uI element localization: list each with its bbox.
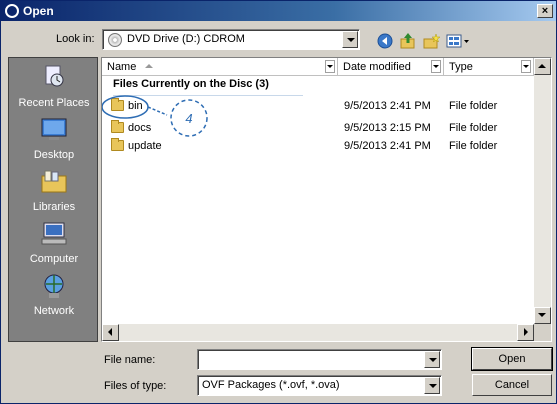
- network-icon: [44, 274, 64, 298]
- scroll-left-button[interactable]: [102, 324, 119, 341]
- place-label: Network: [33, 305, 75, 317]
- file-type-select[interactable]: OVF Packages (*.ovf, *.ova): [197, 375, 442, 396]
- horizontal-scrollbar[interactable]: [102, 324, 534, 341]
- file-type: File folder: [449, 140, 498, 152]
- vertical-scrollbar[interactable]: [534, 58, 551, 324]
- column-filter-icon[interactable]: [521, 60, 531, 73]
- lookin-combo[interactable]: DVD Drive (D:) CDROM: [102, 29, 360, 50]
- file-type-label: Files of type:: [104, 380, 167, 392]
- place-recent-places[interactable]: Recent Places: [9, 64, 99, 114]
- file-date: 9/5/2013 2:41 PM: [344, 100, 431, 112]
- column-header-name[interactable]: Name: [102, 58, 338, 76]
- column-filter-icon[interactable]: [325, 60, 335, 73]
- open-button[interactable]: Open: [471, 347, 553, 371]
- sort-ascending-icon: [145, 64, 153, 68]
- place-label: Computer: [29, 253, 79, 265]
- lookin-label: Look in:: [56, 33, 95, 45]
- place-label: Recent Places: [18, 97, 90, 109]
- title-bar[interactable]: Open ×: [1, 1, 556, 21]
- place-desktop[interactable]: Desktop: [9, 116, 99, 166]
- desktop-icon: [41, 118, 67, 140]
- place-computer[interactable]: Computer: [9, 220, 99, 270]
- views-menu-icon: [446, 34, 469, 48]
- file-name-label: File name:: [104, 354, 156, 366]
- column-header-type[interactable]: Type: [444, 58, 534, 76]
- place-label: Desktop: [33, 149, 75, 161]
- libraries-icon: [41, 170, 67, 193]
- file-date: 9/5/2013 2:15 PM: [344, 122, 431, 134]
- file-date: 9/5/2013 2:41 PM: [344, 140, 431, 152]
- file-list[interactable]: Name Date modified Type Files Currently …: [101, 57, 552, 342]
- place-network[interactable]: Network: [9, 272, 99, 322]
- column-header-date-modified[interactable]: Date modified: [338, 58, 444, 76]
- scroll-down-button[interactable]: [534, 307, 551, 324]
- up-folder-icon: [400, 33, 415, 49]
- close-button[interactable]: ×: [537, 4, 553, 18]
- new-folder-button[interactable]: [421, 31, 441, 51]
- cancel-button[interactable]: Cancel: [472, 374, 552, 396]
- file-type: File folder: [449, 122, 498, 134]
- views-menu-button[interactable]: [445, 31, 471, 51]
- recent-places-icon: [45, 65, 64, 87]
- app-icon: [5, 4, 19, 18]
- lookin-value: DVD Drive (D:) CDROM: [127, 33, 245, 45]
- column-filter-icon[interactable]: [431, 60, 441, 73]
- file-type-value: OVF Packages (*.ovf, *.ova): [202, 379, 340, 391]
- back-button[interactable]: [375, 31, 395, 51]
- computer-icon: [41, 222, 67, 245]
- open-dialog: Open × Look in: DVD Drive (D:) CDROM Rec…: [0, 0, 557, 404]
- place-libraries[interactable]: Libraries: [9, 168, 99, 218]
- scroll-right-button[interactable]: [517, 324, 534, 341]
- back-icon: [377, 33, 393, 49]
- group-header: Files Currently on the Disc (3): [113, 78, 269, 90]
- window-title: Open: [23, 4, 54, 18]
- chevron-down-icon[interactable]: [342, 31, 358, 48]
- places-bar: Recent Places Desktop Libraries Computer…: [8, 57, 98, 342]
- step-callout: 4: [102, 95, 208, 137]
- cd-drive-icon: [108, 33, 122, 47]
- chevron-down-icon[interactable]: [424, 351, 440, 368]
- callout-number: 4: [185, 111, 192, 126]
- chevron-down-icon[interactable]: [424, 377, 440, 394]
- scroll-up-button[interactable]: [534, 58, 551, 75]
- place-label: Libraries: [32, 201, 76, 213]
- new-folder-icon: [423, 33, 441, 49]
- scrollbar-corner: [534, 324, 551, 341]
- file-name-input[interactable]: [197, 349, 442, 370]
- up-folder-button[interactable]: [398, 31, 418, 51]
- file-type: File folder: [449, 100, 498, 112]
